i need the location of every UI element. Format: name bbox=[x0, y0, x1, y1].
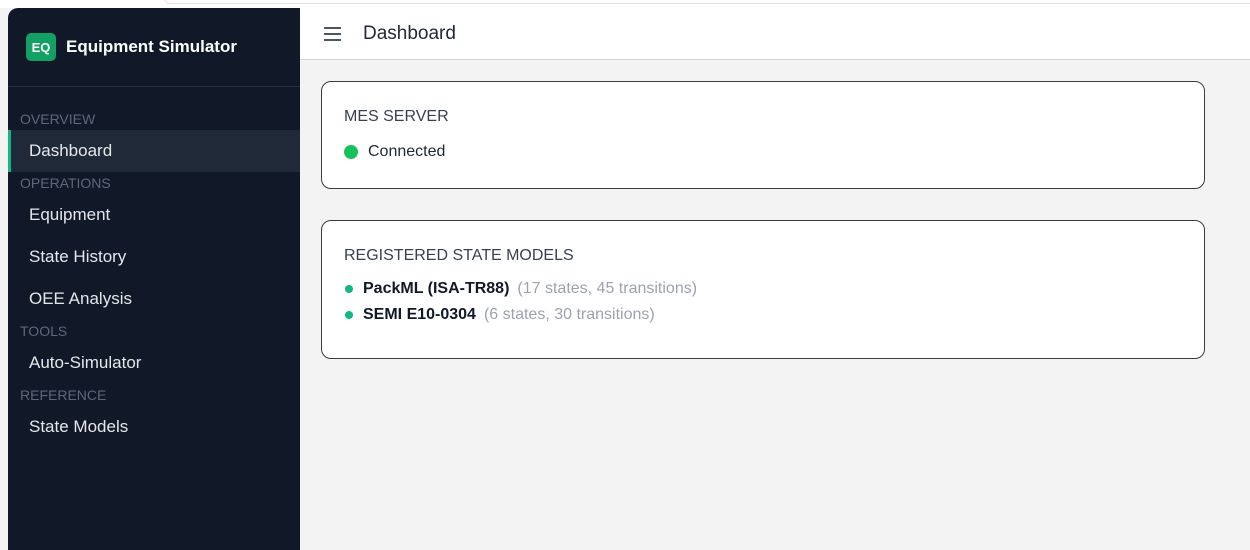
mes-server-card: MES SERVER Connected bbox=[321, 81, 1205, 189]
sidebar-nav: OVERVIEW Dashboard OPERATIONS Equipment … bbox=[8, 87, 300, 448]
connection-status: Connected bbox=[344, 143, 1204, 161]
model-detail: (17 states, 45 transitions) bbox=[517, 280, 698, 297]
sidebar: EQ Equipment Simulator OVERVIEW Dashboar… bbox=[8, 8, 300, 550]
sidebar-item-auto-simulator[interactable]: Auto-Simulator bbox=[8, 342, 300, 384]
model-name: PackML (ISA-TR88) bbox=[363, 280, 510, 297]
list-item: SEMI E10-0304 (6 states, 30 transitions) bbox=[344, 304, 1204, 326]
top-header: Dashboard bbox=[300, 8, 1250, 60]
model-name: SEMI E10-0304 bbox=[363, 306, 476, 323]
brand-name: Equipment Simulator bbox=[66, 37, 237, 56]
model-detail: (6 states, 30 transitions) bbox=[483, 306, 655, 323]
browser-top-strip bbox=[0, 0, 1250, 8]
page-title: Dashboard bbox=[363, 22, 456, 44]
sidebar-item-oee-analysis[interactable]: OEE Analysis bbox=[8, 278, 300, 320]
sidebar-item-dashboard[interactable]: Dashboard bbox=[8, 130, 300, 172]
sidebar-item-equipment[interactable]: Equipment bbox=[8, 194, 300, 236]
model-bullet-icon bbox=[345, 285, 353, 293]
sidebar-item-state-models[interactable]: State Models bbox=[8, 406, 300, 448]
mes-server-title: MES SERVER bbox=[344, 108, 449, 125]
state-models-title: REGISTERED STATE MODELS bbox=[344, 247, 574, 264]
status-dot-icon bbox=[344, 145, 358, 159]
address-bar-edge bbox=[165, 0, 1250, 4]
nav-section-operations: OPERATIONS bbox=[20, 175, 111, 191]
sidebar-item-state-history[interactable]: State History bbox=[8, 236, 300, 278]
state-models-card: REGISTERED STATE MODELS PackML (ISA-TR88… bbox=[321, 220, 1205, 359]
brand-badge: EQ bbox=[26, 33, 56, 61]
app-root: EQ Equipment Simulator OVERVIEW Dashboar… bbox=[0, 0, 1250, 550]
brand[interactable]: EQ Equipment Simulator bbox=[8, 8, 300, 87]
hamburger-menu-icon[interactable] bbox=[324, 26, 341, 41]
connection-status-text: Connected bbox=[368, 143, 446, 160]
model-bullet-icon bbox=[345, 311, 353, 319]
list-item: PackML (ISA-TR88) (17 states, 45 transit… bbox=[344, 278, 1204, 300]
nav-section-overview: OVERVIEW bbox=[20, 111, 96, 127]
nav-section-tools: TOOLS bbox=[20, 323, 68, 339]
nav-section-reference: REFERENCE bbox=[20, 387, 107, 403]
model-list: PackML (ISA-TR88) (17 states, 45 transit… bbox=[344, 278, 1204, 326]
